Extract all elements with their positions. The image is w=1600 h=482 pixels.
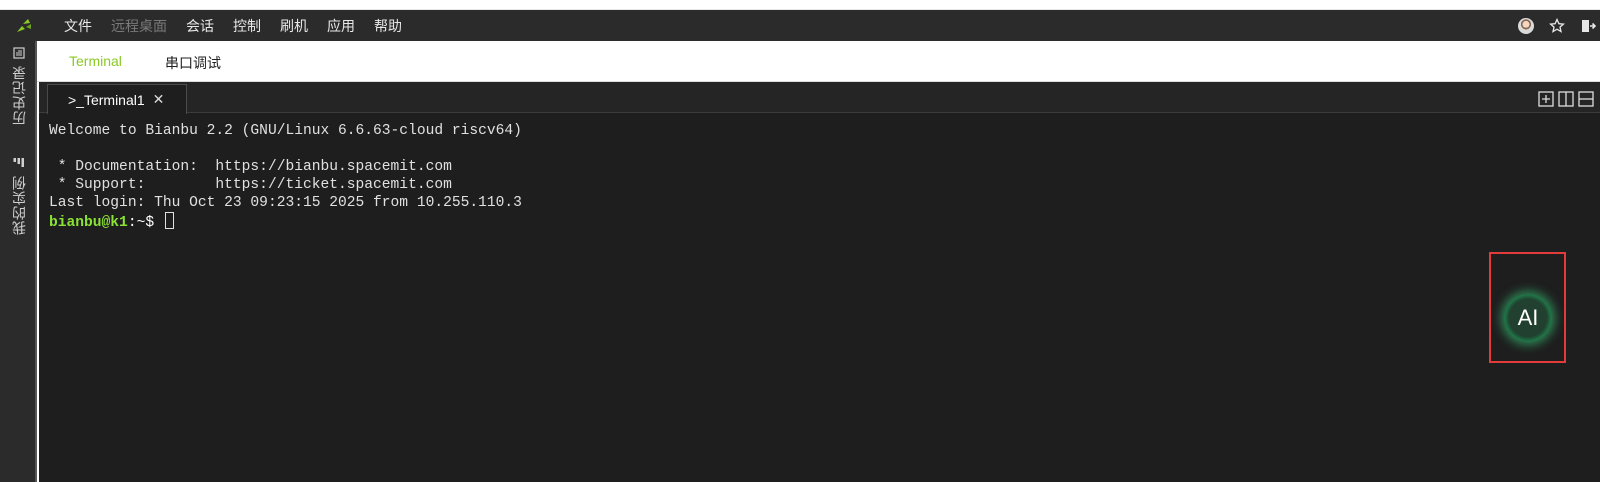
menu-items: 文件 远程桌面 会话 控制 刷机 应用 帮助 [64, 10, 421, 41]
menu-help[interactable]: 帮助 [374, 16, 402, 36]
prompt-user: bianbu@k1 [49, 215, 128, 231]
layout-controls [1534, 91, 1594, 107]
ai-assistant-button[interactable]: AI [1504, 294, 1552, 342]
sidebar-tab-history[interactable]: 历史记录 [9, 47, 29, 125]
terminal-line: * Support: https://ticket.spacemit.com [49, 177, 452, 193]
ai-highlight-box: AI [1489, 252, 1566, 363]
tab-terminal[interactable]: Terminal [69, 53, 122, 69]
app-logo-icon [17, 19, 31, 32]
menubar-right [1503, 10, 1596, 41]
menu-apps[interactable]: 应用 [327, 16, 355, 36]
terminal-tab-bar: >_Terminal1 ✕ [39, 82, 1600, 114]
split-vertical-icon[interactable] [1558, 91, 1574, 107]
menu-remote-desktop[interactable]: 远程桌面 [111, 16, 167, 36]
terminal-line: * Documentation: https://bianbu.spacemit… [49, 159, 452, 175]
menubar: 文件 远程桌面 会话 控制 刷机 应用 帮助 [0, 10, 1600, 41]
prompt-path: :~$ [127, 215, 163, 231]
terminal-area: >_Terminal1 ✕ Welcome to Bianbu 2.2 (GNU… [39, 82, 1600, 482]
split-horizontal-icon[interactable] [1578, 91, 1594, 107]
menu-file[interactable]: 文件 [64, 16, 92, 36]
new-terminal-icon[interactable] [1538, 91, 1554, 107]
history-icon [13, 47, 25, 59]
menu-control[interactable]: 控制 [233, 16, 261, 36]
terminal-line: Welcome to Bianbu 2.2 (GNU/Linux 6.6.63-… [49, 123, 522, 139]
terminal-cursor [164, 212, 174, 229]
ai-button-label: AI [1517, 305, 1539, 330]
menu-flash[interactable]: 刷机 [280, 16, 308, 36]
avatar[interactable] [1518, 17, 1534, 34]
sidebar-tab-history-label: 历史记录 [11, 65, 27, 125]
terminal-prompt-line: bianbu@k1:~$ [49, 212, 522, 232]
subtab-bar: Terminal 串口调试 [37, 41, 1600, 82]
sidebar-tab-examples-label: 我的实例 [11, 175, 27, 235]
star-icon[interactable] [1549, 17, 1565, 34]
sidebar-tab-examples[interactable]: 我的实例 [9, 157, 29, 235]
tab-serial-debug[interactable]: 串口调试 [165, 53, 221, 73]
logout-icon[interactable] [1580, 18, 1596, 34]
terminal-tab[interactable]: >_Terminal1 ✕ [47, 84, 187, 114]
instances-icon [13, 158, 24, 167]
terminal-output[interactable]: Welcome to Bianbu 2.2 (GNU/Linux 6.6.63-… [49, 122, 522, 232]
terminal-tab-title: >_Terminal1 [68, 91, 145, 108]
window-top-strip [0, 0, 1600, 10]
sidebar: 历史记录 我的实例 [0, 41, 37, 482]
menu-session[interactable]: 会话 [186, 16, 214, 36]
close-icon[interactable]: ✕ [153, 91, 165, 108]
terminal-line: Last login: Thu Oct 23 09:23:15 2025 fro… [49, 195, 522, 211]
